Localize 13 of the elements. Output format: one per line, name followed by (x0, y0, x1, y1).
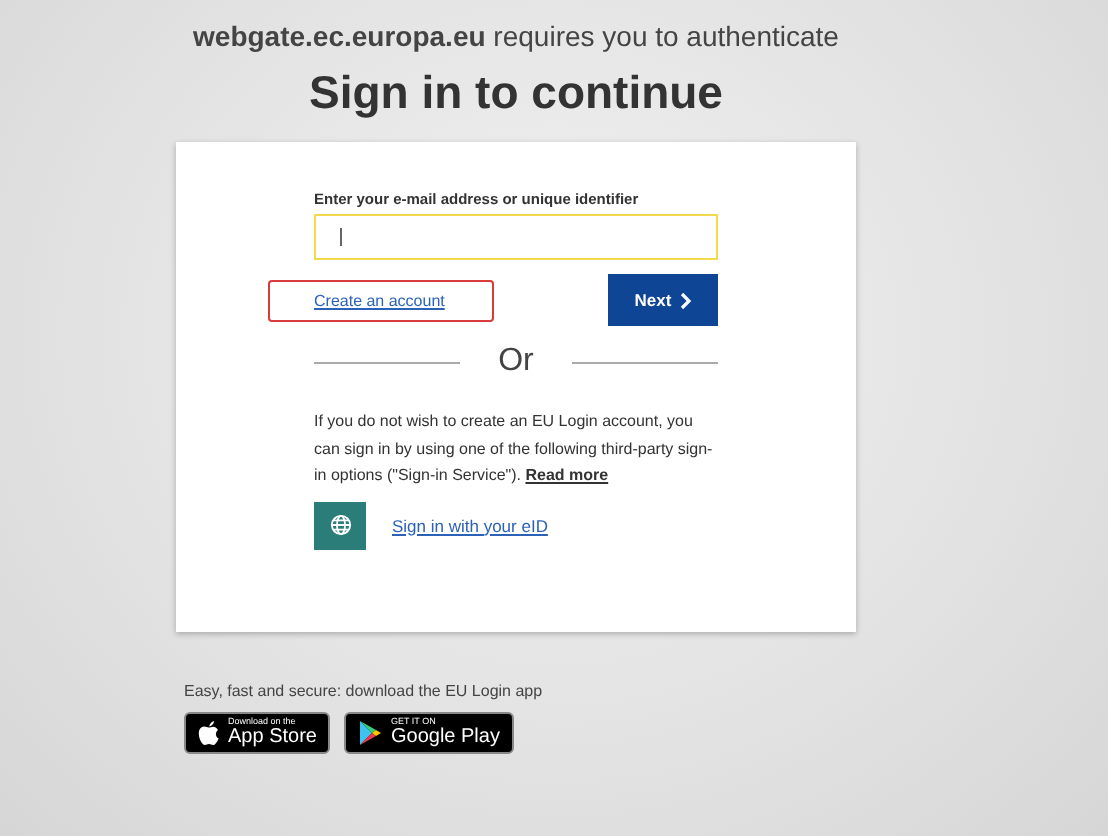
app-promo-text: Easy, fast and secure: download the EU Login app (184, 682, 545, 700)
globe-icon[interactable] (314, 501, 366, 549)
text-cursor (340, 228, 342, 246)
next-button[interactable]: Next (608, 274, 718, 326)
page-title: Sign in to continue (309, 64, 723, 120)
read-more-link[interactable]: Read more (525, 466, 609, 484)
separator-text: Or (498, 344, 534, 380)
chevron-icon (679, 291, 692, 309)
eid-sign-in-link[interactable]: Sign in with your eID (392, 515, 548, 535)
email-field[interactable] (314, 214, 718, 260)
authentication-notice: webgate.ec.europa.eu requires you to authenticate (193, 20, 839, 52)
info-paragraph: If you do not wish to create an EU Login account, you can sign in by using one of the following third-party sign-in options ("Sign-in Service"). Read more (314, 410, 715, 488)
create-account-link[interactable]: Create an account (314, 291, 445, 309)
